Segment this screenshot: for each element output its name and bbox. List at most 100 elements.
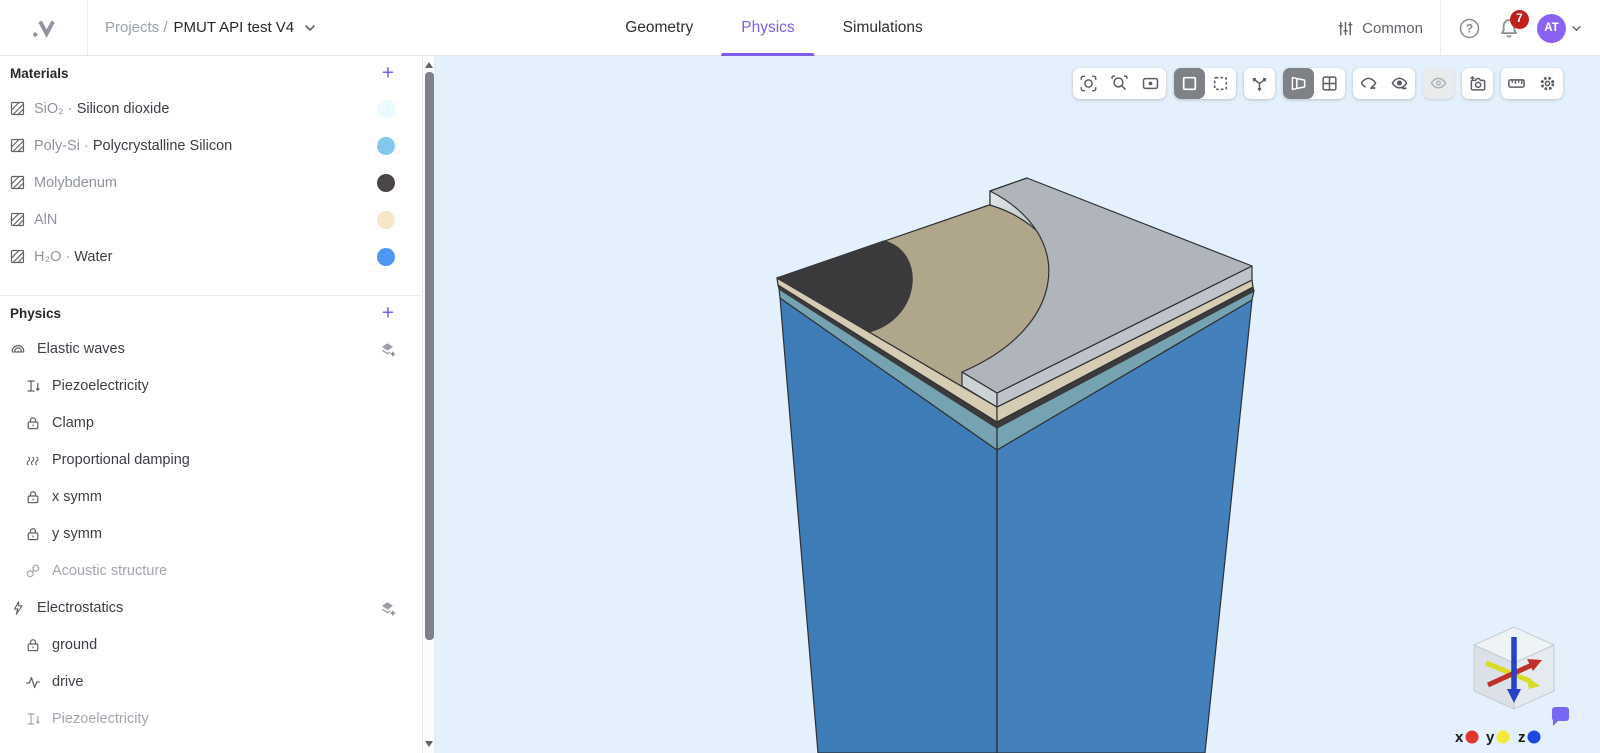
material-color-swatch[interactable] (377, 210, 395, 229)
material-row-h2o[interactable]: H₂O · Water (0, 238, 434, 275)
fit-view-icon (1142, 77, 1159, 90)
orientation-gizmo[interactable]: x y z (1422, 593, 1592, 751)
physics-item-x-symm[interactable]: x symm (0, 478, 434, 515)
physics-item-piezoelectricity-2[interactable]: Piezoelectricity (0, 700, 434, 737)
physics-item-drive[interactable]: drive (0, 663, 434, 700)
chevron-down-icon[interactable] (1571, 25, 1582, 32)
scroll-down-arrow[interactable] (424, 737, 434, 751)
material-row-aln[interactable]: AlN (0, 201, 434, 238)
physics-item-clamp[interactable]: Clamp (0, 404, 434, 441)
add-layer-icon[interactable] (379, 599, 396, 616)
axes-icon (1252, 77, 1267, 92)
help-button[interactable]: ? (1458, 17, 1481, 40)
lock-icon (27, 638, 39, 651)
physics-section-header: Physics + (0, 296, 434, 330)
scroll-up-arrow[interactable] (424, 58, 434, 72)
hidden-eye-disabled-icon (1430, 77, 1447, 89)
material-hatch-icon (10, 212, 25, 227)
tab-simulations[interactable]: Simulations (819, 0, 947, 56)
perspective-view-button[interactable] (1283, 68, 1314, 99)
material-color-swatch[interactable] (377, 247, 395, 266)
materials-section-header: Materials + (0, 56, 434, 90)
hide-faces-eye-icon (1360, 77, 1377, 89)
screenshot-button[interactable] (1462, 68, 1493, 99)
elastic-waves-icon (11, 344, 25, 353)
active-tab-underline (721, 53, 815, 56)
physics-item-ground[interactable]: ground (0, 626, 434, 663)
physics-group-electrostatics[interactable]: Electrostatics (0, 589, 434, 626)
zoom-region-icon (1111, 75, 1128, 91)
common-settings-button[interactable]: Common (1337, 20, 1423, 37)
material-hatch-icon (10, 101, 25, 116)
material-color-swatch[interactable] (377, 136, 395, 155)
breadcrumb[interactable]: Projects / PMUT API test V4 (105, 19, 316, 36)
material-color-swatch[interactable] (377, 173, 395, 192)
material-row-polysi[interactable]: Poly-Si · Polycrystalline Silicon (0, 127, 434, 164)
material-row-sio2[interactable]: SiO₂ · Silicon dioxide (0, 90, 434, 127)
breadcrumb-section: Projects / (105, 19, 168, 36)
material-hatch-icon (10, 249, 25, 264)
hide-faces-button[interactable] (1353, 68, 1384, 99)
physics-item-acoustic-structure[interactable]: Acoustic structure (0, 552, 434, 589)
breadcrumb-project: PMUT API test V4 (173, 19, 295, 36)
physics-group-elastic-waves[interactable]: Elastic waves (0, 330, 434, 367)
focus-selection-icon (1080, 75, 1097, 92)
fit-view-button[interactable] (1135, 68, 1166, 99)
pulse-icon (25, 676, 41, 688)
material-color-swatch[interactable] (377, 99, 395, 118)
material-row-molybdenum[interactable]: Molybdenum (0, 164, 434, 201)
box-select-dashed-icon (1213, 76, 1228, 91)
notifications-button[interactable]: 7 (1498, 9, 1529, 40)
gizmo-y-label: y (1486, 729, 1495, 746)
hide-edges-button[interactable] (1384, 68, 1415, 99)
zoom-region-button[interactable] (1104, 68, 1135, 99)
materials-title: Materials (10, 65, 69, 81)
sidebar-scrollbar[interactable] (422, 56, 434, 753)
main-tabs: Geometry Physics Simulations (601, 0, 947, 56)
app-logo[interactable] (0, 0, 88, 55)
axes-snap-button[interactable] (1244, 68, 1275, 99)
tab-geometry[interactable]: Geometry (601, 0, 717, 56)
physics-item-piezoelectricity[interactable]: Piezoelectricity (0, 367, 434, 404)
gizmo-y-dot (1496, 730, 1510, 744)
screenshot-camera-icon (1470, 76, 1486, 91)
physics-title: Physics (10, 305, 62, 321)
help-icon: ? (1459, 18, 1480, 38)
piezo-icon (26, 379, 41, 392)
avatar[interactable]: AT (1537, 13, 1566, 43)
viewport-settings-button[interactable] (1532, 68, 1563, 99)
add-physics-button[interactable]: + (382, 303, 394, 324)
hidden-objects-button-disabled (1423, 68, 1454, 99)
tab-physics[interactable]: Physics (717, 0, 818, 56)
quad-view-button[interactable] (1314, 68, 1345, 99)
lock-icon (27, 490, 39, 503)
physics-item-proportional-damping[interactable]: Proportional damping (0, 441, 434, 478)
hide-edges-eye-icon (1391, 77, 1408, 90)
lock-icon (27, 416, 39, 429)
notification-badge: 7 (1510, 9, 1529, 29)
feedback-flag-button[interactable] (1552, 707, 1569, 726)
measure-button[interactable] (1501, 68, 1532, 99)
material-hatch-icon (10, 138, 25, 153)
focus-selection-button[interactable] (1073, 68, 1104, 99)
app-header: Projects / PMUT API test V4 Geometry Phy… (0, 0, 1600, 56)
damping-icon (26, 455, 39, 466)
gizmo-x-dot (1465, 730, 1479, 744)
scrollbar-thumb[interactable] (424, 72, 434, 640)
bolt-icon (14, 600, 23, 615)
add-layer-icon[interactable] (379, 340, 396, 357)
box-select-solid-button[interactable] (1174, 68, 1205, 99)
viewport-toolbar (1073, 68, 1563, 99)
link-icon (26, 564, 40, 577)
lock-icon (27, 527, 39, 540)
box-select-dashed-button[interactable] (1205, 68, 1236, 99)
add-material-button[interactable]: + (382, 63, 394, 84)
gizmo-z-label: z (1518, 729, 1526, 746)
piezo-icon (26, 712, 41, 725)
3d-viewport[interactable]: x y z (434, 56, 1600, 753)
settings-gear-icon (1540, 76, 1555, 91)
box-select-solid-icon (1182, 76, 1197, 91)
physics-item-y-symm[interactable]: y symm (0, 515, 434, 552)
header-divider (1440, 0, 1441, 56)
gizmo-x-label: x (1455, 729, 1464, 746)
